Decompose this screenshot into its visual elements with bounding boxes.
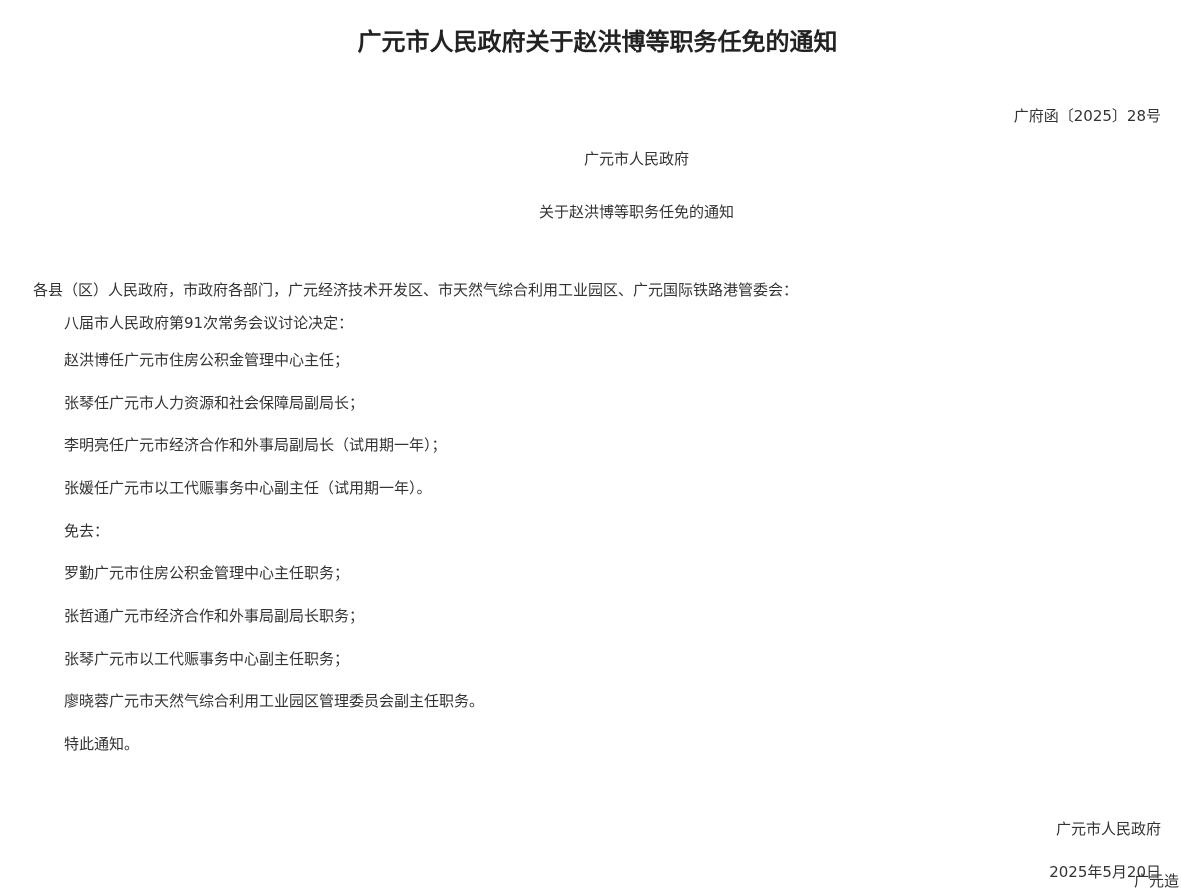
paragraph-removal: 罗勤广元市住房公积金管理中心主任职务；: [64, 564, 350, 582]
document-title: 广元市人民政府关于赵洪博等职务任免的通知: [357, 28, 838, 56]
paragraph-appointment: 张媛任广元市以工代赈事务中心副主任（试用期一年）。: [64, 479, 432, 497]
paragraph-removal: 廖晓蓉广元市天然气综合利用工业园区管理委员会副主任职务。: [64, 692, 485, 710]
paragraph-removal: 张琴广元市以工代赈事务中心副主任职务；: [64, 650, 350, 668]
paragraph-decision: 八届市人民政府第91次常务会议讨论决定：: [64, 314, 354, 332]
salutation: 各县（区）人民政府，市政府各部门，广元经济技术开发区、市天然气综合利用工业园区、…: [33, 281, 799, 299]
document-number: 广府函〔2025〕28号: [1013, 107, 1161, 125]
paragraph-closing: 特此通知。: [64, 735, 140, 753]
issuer-name: 广元市人民政府: [583, 150, 689, 168]
paragraph-appointment: 李明亮任广元市经济合作和外事局副局长（试用期一年）；: [64, 436, 447, 454]
paragraph-removal: 张哲通广元市经济合作和外事局副局长职务；: [64, 607, 365, 625]
signature-organization: 广元市人民政府: [1055, 820, 1161, 838]
paragraph-removal-heading: 免去：: [64, 522, 110, 540]
document-subtitle: 关于赵洪博等职务任免的通知: [538, 203, 734, 221]
paragraph-appointment: 张琴任广元市人力资源和社会保障局副局长；: [64, 394, 365, 412]
footer-fragment: 广元造: [1133, 872, 1179, 890]
paragraph-appointment: 赵洪博任广元市住房公积金管理中心主任；: [64, 351, 350, 369]
